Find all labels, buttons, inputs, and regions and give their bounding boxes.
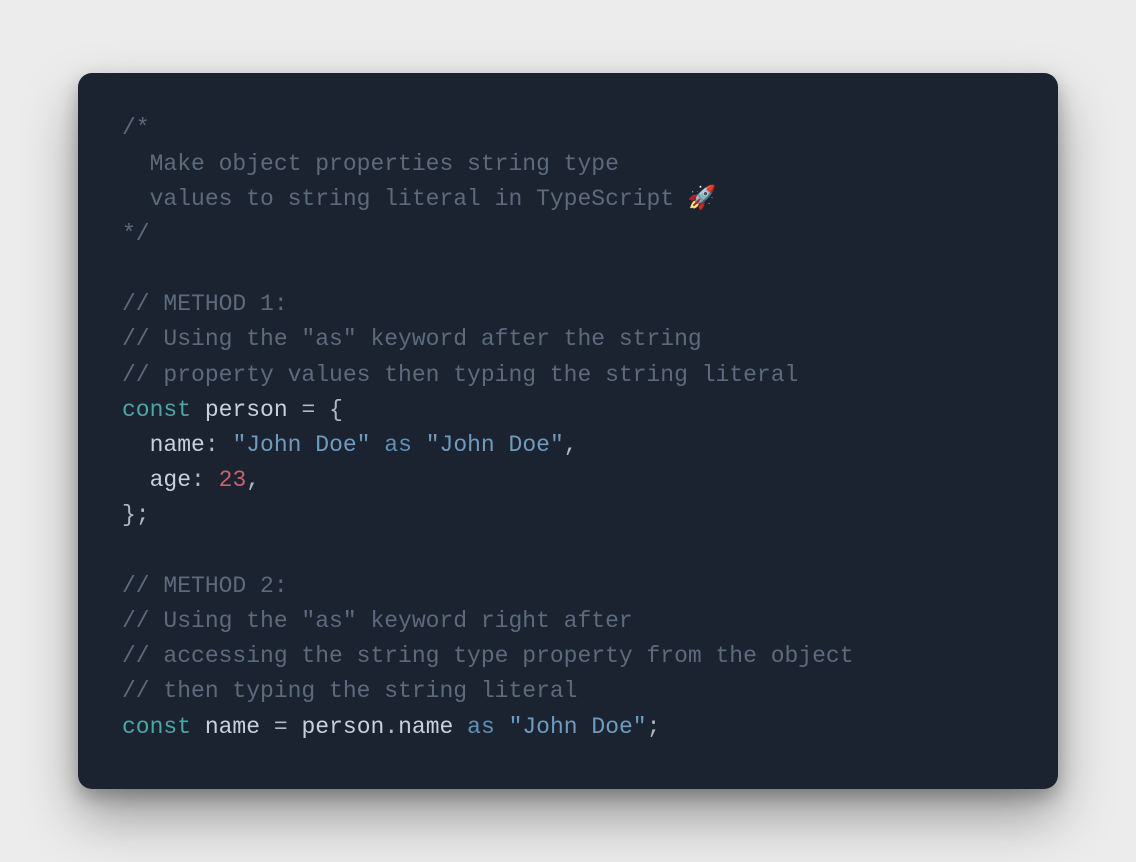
method1-desc2: // property values then typing the strin…: [122, 362, 798, 388]
method2-desc3: // then typing the string literal: [122, 678, 577, 704]
expr-person: person: [301, 714, 384, 740]
method2-title: // METHOD 2:: [122, 573, 288, 599]
colon: :: [205, 432, 219, 458]
code-block: /* Make object properties string type va…: [122, 111, 1014, 744]
const-keyword: const: [122, 714, 191, 740]
prop-age: age: [150, 467, 191, 493]
prop-name: name: [150, 432, 205, 458]
string-john-literal: "John Doe": [509, 714, 647, 740]
block-comment-line1: Make object properties string type: [122, 151, 619, 177]
comma: ,: [246, 467, 260, 493]
expr-name: name: [398, 714, 453, 740]
method2-desc1: // Using the "as" keyword right after: [122, 608, 633, 634]
code-card: /* Make object properties string type va…: [78, 73, 1058, 788]
equals: =: [274, 714, 288, 740]
brace-close: };: [122, 502, 150, 528]
brace-open: {: [329, 397, 343, 423]
block-comment-close: */: [122, 221, 150, 247]
equals: =: [301, 397, 315, 423]
method2-desc2: // accessing the string type property fr…: [122, 643, 854, 669]
semicolon: ;: [647, 714, 661, 740]
as-keyword: as: [467, 714, 495, 740]
comma: ,: [564, 432, 578, 458]
dot: .: [384, 714, 398, 740]
string-john-literal: "John Doe": [426, 432, 564, 458]
colon: :: [191, 467, 205, 493]
method1-title: // METHOD 1:: [122, 291, 288, 317]
number-23: 23: [219, 467, 247, 493]
string-john: "John Doe": [232, 432, 370, 458]
var-person: person: [205, 397, 288, 423]
as-keyword: as: [384, 432, 412, 458]
method1-desc1: // Using the "as" keyword after the stri…: [122, 326, 702, 352]
block-comment-open: /*: [122, 115, 150, 141]
const-keyword: const: [122, 397, 191, 423]
var-name: name: [205, 714, 260, 740]
block-comment-line2: values to string literal in TypeScript 🚀: [122, 186, 717, 212]
